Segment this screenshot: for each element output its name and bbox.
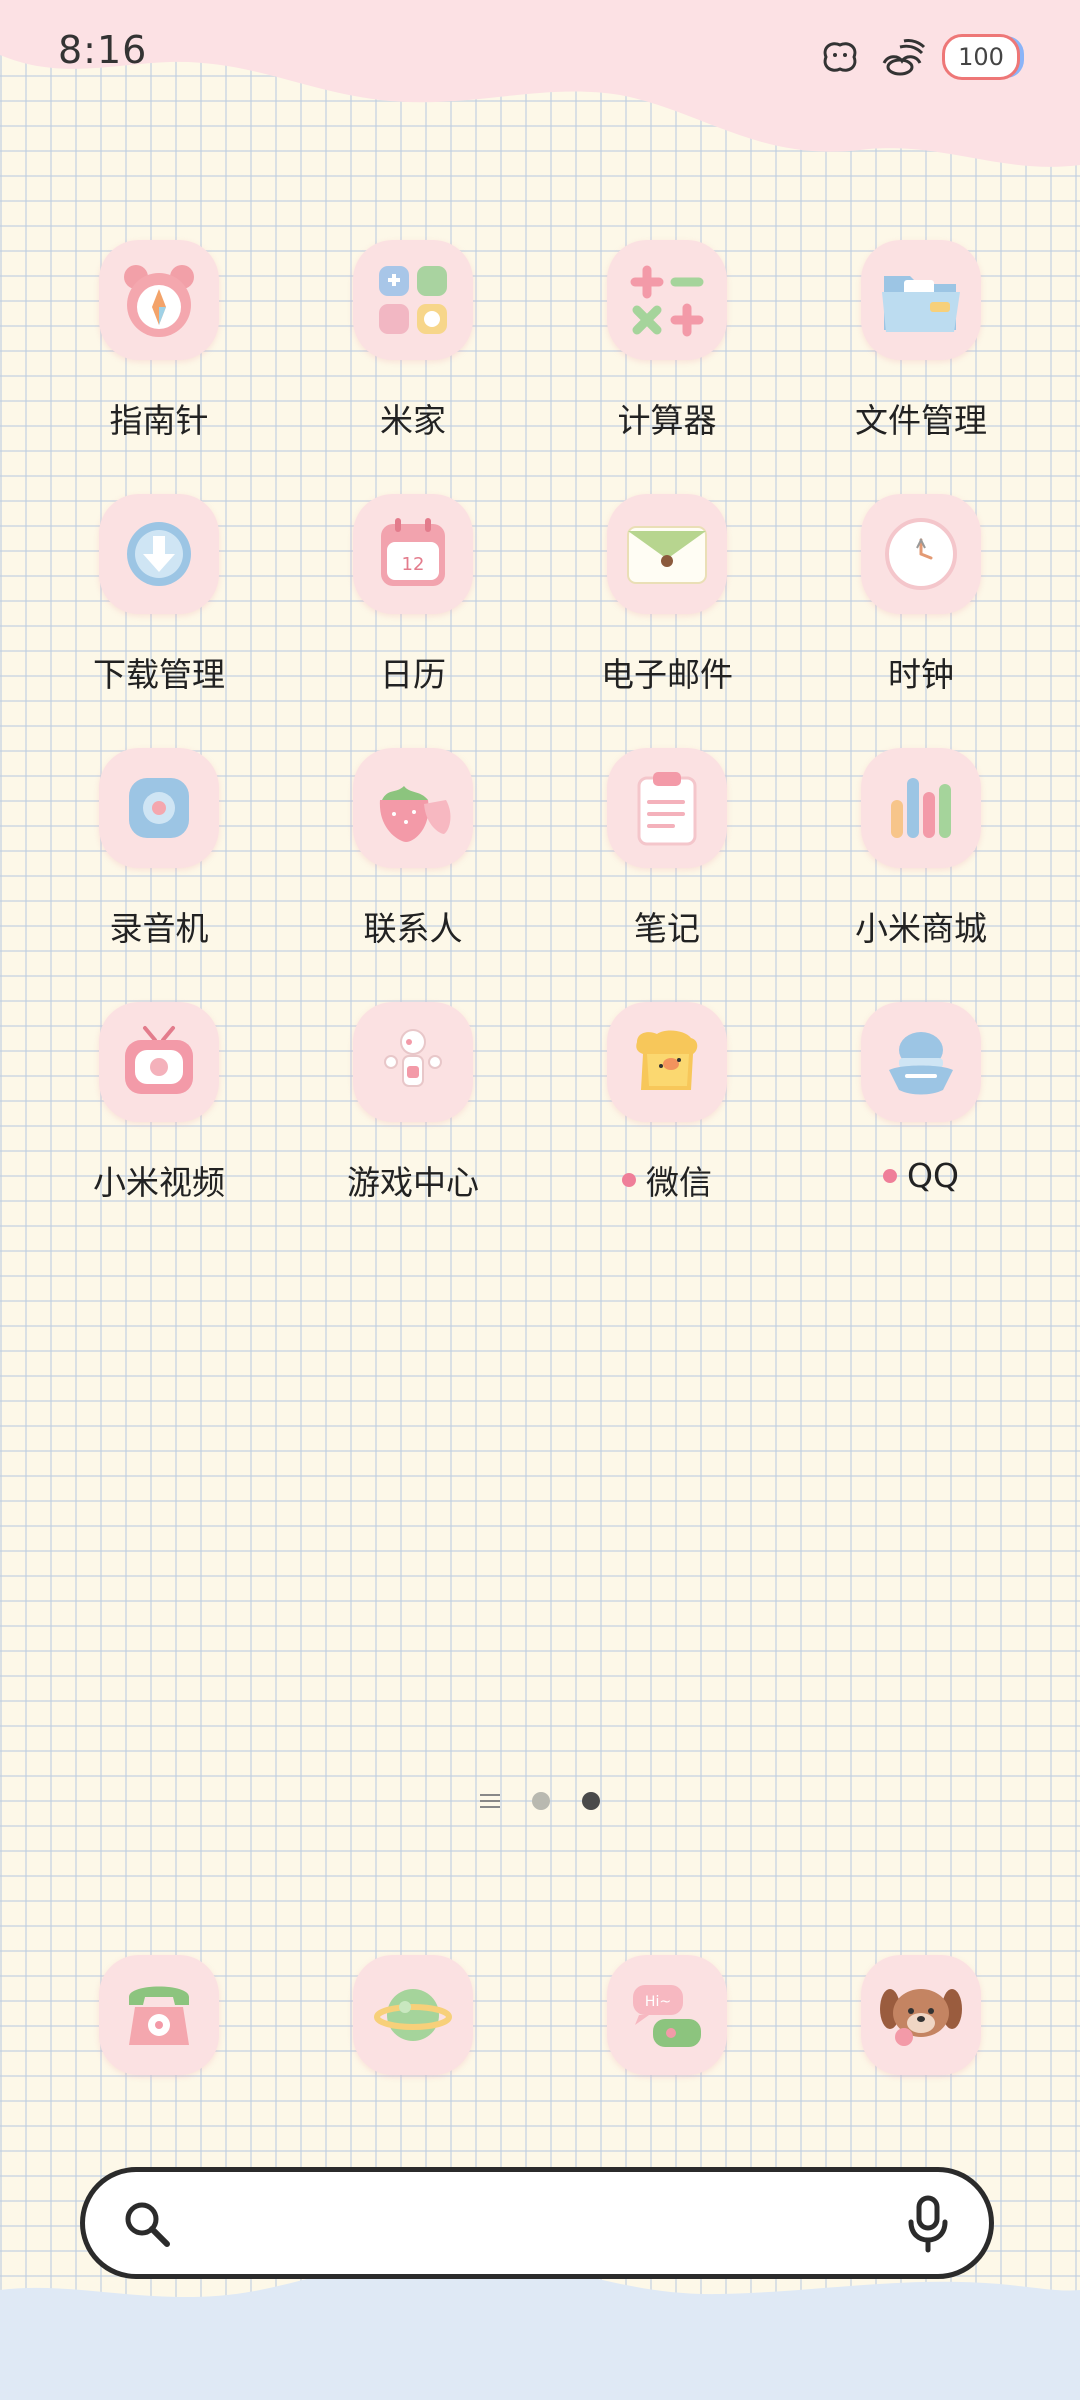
clock-icon bbox=[885, 518, 957, 590]
app-label: 录音机 bbox=[109, 909, 209, 948]
app-label: 指南针 bbox=[109, 401, 209, 440]
page-indicator[interactable] bbox=[480, 1792, 600, 1810]
page-dot[interactable] bbox=[532, 1792, 550, 1810]
calculator-icon bbox=[630, 265, 704, 337]
app-compass[interactable]: 指南针 bbox=[32, 240, 286, 442]
app-qq[interactable]: QQ bbox=[794, 1002, 1048, 1195]
compass-bear-icon bbox=[124, 265, 194, 337]
app-mijia[interactable]: 米家 bbox=[286, 240, 540, 442]
app-mi-store[interactable]: 小米商城 bbox=[794, 748, 1048, 950]
search-bar[interactable] bbox=[80, 2167, 994, 2279]
app-label: 联系人 bbox=[363, 909, 463, 948]
folder-icon bbox=[882, 276, 960, 332]
notes-clipboard-icon bbox=[637, 772, 697, 846]
app-recorder[interactable]: 录音机 bbox=[32, 748, 286, 950]
app-label: 下载管理 bbox=[93, 655, 225, 694]
battery-level: 100 bbox=[958, 43, 1004, 71]
app-notes[interactable]: 笔记 bbox=[540, 748, 794, 950]
app-mi-video[interactable]: 小米视频 bbox=[32, 1002, 286, 1204]
phone-icon bbox=[129, 1986, 189, 2045]
messages-icon: Hi~ bbox=[633, 1985, 701, 2047]
qq-hat-icon bbox=[889, 1032, 953, 1095]
app-label: 计算器 bbox=[617, 401, 717, 440]
app-download-manager[interactable]: 下载管理 bbox=[32, 494, 286, 696]
wifi-icon bbox=[882, 39, 926, 76]
svg-text:Hi~: Hi~ bbox=[645, 1994, 671, 2010]
app-label: 电子邮件 bbox=[601, 655, 733, 694]
status-icons: 100 bbox=[818, 34, 1020, 80]
app-email[interactable]: 电子邮件 bbox=[540, 494, 794, 696]
envelope-icon bbox=[627, 526, 707, 584]
status-time: 8:16 bbox=[58, 28, 148, 72]
dock-phone[interactable] bbox=[32, 1955, 286, 2075]
download-icon bbox=[127, 522, 191, 586]
app-contacts[interactable]: 联系人 bbox=[286, 748, 540, 950]
app-label: 小米商城 bbox=[855, 909, 987, 948]
strawberry-icon bbox=[379, 786, 451, 842]
puppy-signal-icon bbox=[823, 42, 857, 72]
new-badge-dot bbox=[883, 1168, 898, 1183]
top-wave-decoration bbox=[0, 0, 1080, 167]
mall-bars-icon bbox=[891, 778, 951, 838]
app-calendar[interactable]: 12 日历 bbox=[286, 494, 540, 696]
app-label: 笔记 bbox=[634, 909, 700, 948]
page-dot-active[interactable] bbox=[582, 1792, 600, 1810]
app-label: 小米视频 bbox=[93, 1163, 225, 1202]
app-file-manager[interactable]: 文件管理 bbox=[794, 240, 1048, 442]
svg-text:12: 12 bbox=[402, 554, 425, 575]
recorder-icon bbox=[129, 778, 189, 838]
app-label: 微信 bbox=[646, 1163, 712, 1202]
dock-messages[interactable]: Hi~ bbox=[540, 1955, 794, 2075]
app-game-center[interactable]: 游戏中心 bbox=[286, 1002, 540, 1204]
puppy-icon bbox=[880, 1989, 962, 2046]
microphone-icon[interactable] bbox=[903, 2194, 953, 2254]
app-label: 游戏中心 bbox=[347, 1163, 479, 1202]
calendar-icon: 12 bbox=[381, 518, 445, 586]
app-label: 时钟 bbox=[888, 655, 954, 694]
app-label: 文件管理 bbox=[855, 401, 987, 440]
game-figure-icon bbox=[384, 1029, 442, 1087]
wechat-toast-icon bbox=[636, 1030, 698, 1090]
app-calculator[interactable]: 计算器 bbox=[540, 240, 794, 442]
battery-indicator: 100 bbox=[942, 34, 1020, 80]
app-label: QQ bbox=[907, 1156, 959, 1195]
mijia-grid-icon bbox=[379, 266, 447, 334]
new-badge-dot bbox=[622, 1173, 636, 1187]
browser-planet-icon bbox=[374, 1989, 452, 2041]
search-icon[interactable] bbox=[121, 2198, 173, 2250]
app-label: 日历 bbox=[380, 655, 446, 694]
app-clock[interactable]: 时钟 bbox=[794, 494, 1048, 696]
tv-icon bbox=[125, 1026, 193, 1094]
app-label: 米家 bbox=[380, 401, 446, 440]
app-wechat[interactable]: 微信 bbox=[540, 1002, 794, 1204]
app-drawer-lines-icon[interactable] bbox=[480, 1794, 500, 1808]
dock-puppy[interactable] bbox=[794, 1955, 1048, 2075]
dock-browser[interactable] bbox=[286, 1955, 540, 2075]
